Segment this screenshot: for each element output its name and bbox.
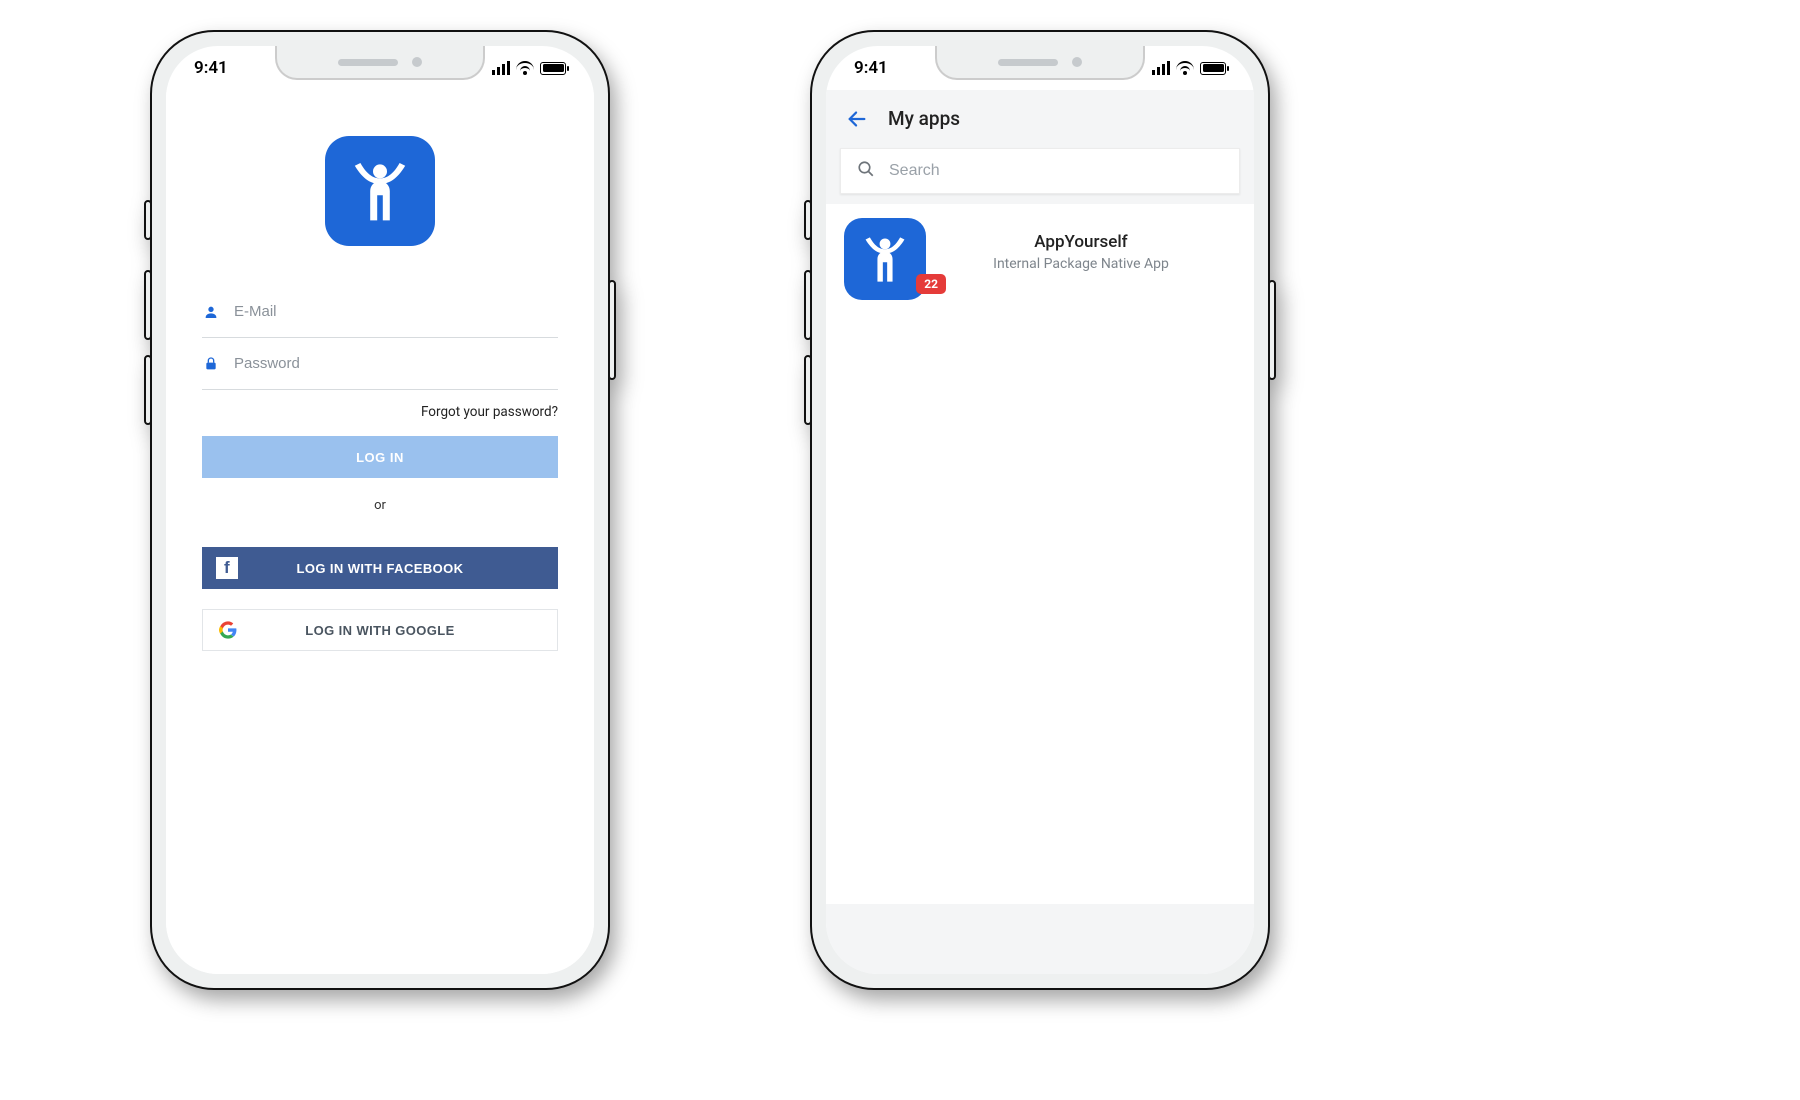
or-divider: or xyxy=(202,478,558,547)
person-icon xyxy=(202,304,220,320)
app-bar: My apps xyxy=(826,90,1254,146)
phone-myapps: 9:41 My apps xyxy=(810,30,1270,990)
search-input[interactable] xyxy=(889,162,1223,180)
wifi-icon xyxy=(516,61,534,75)
status-time: 9:41 xyxy=(194,58,228,78)
myapps-screen: My apps xyxy=(826,90,1254,974)
facebook-icon: f xyxy=(216,557,238,579)
google-icon xyxy=(217,619,239,641)
person-arms-up-icon xyxy=(858,232,912,286)
app-item-subtitle: Internal Package Native App xyxy=(926,256,1236,272)
notch xyxy=(935,46,1145,80)
facebook-login-button[interactable]: f LOG IN WITH FACEBOOK xyxy=(202,547,558,589)
google-login-button[interactable]: LOG IN WITH GOOGLE xyxy=(202,609,558,651)
arrow-left-icon xyxy=(846,108,868,130)
apps-list: 22 AppYourself Internal Package Native A… xyxy=(826,204,1254,904)
search-box[interactable] xyxy=(840,148,1240,194)
email-field-row xyxy=(202,286,558,338)
person-arms-up-icon xyxy=(345,156,415,226)
facebook-button-label: LOG IN WITH FACEBOOK xyxy=(297,561,464,576)
login-button[interactable]: LOG IN xyxy=(202,436,558,478)
search-icon xyxy=(857,160,875,182)
app-logo xyxy=(325,136,435,246)
password-input[interactable] xyxy=(234,355,558,372)
phone-login: 9:41 xyxy=(150,30,610,990)
page-title: My apps xyxy=(888,107,960,130)
email-input[interactable] xyxy=(234,303,558,320)
app-item-icon: 22 xyxy=(844,218,926,300)
status-time: 9:41 xyxy=(854,58,888,78)
wifi-icon xyxy=(1176,61,1194,75)
signal-icon xyxy=(492,61,510,75)
battery-icon xyxy=(1200,62,1226,75)
notch xyxy=(275,46,485,80)
notification-badge: 22 xyxy=(916,274,946,294)
forgot-password-link[interactable]: Forgot your password? xyxy=(202,390,558,436)
app-item-name: AppYourself xyxy=(926,232,1236,252)
login-screen: Forgot your password? LOG IN or f LOG IN… xyxy=(166,90,594,974)
password-field-row xyxy=(202,338,558,390)
app-list-item[interactable]: 22 AppYourself Internal Package Native A… xyxy=(844,218,1236,300)
signal-icon xyxy=(1152,61,1170,75)
google-button-label: LOG IN WITH GOOGLE xyxy=(305,623,454,638)
lock-icon xyxy=(202,356,220,372)
battery-icon xyxy=(540,62,566,75)
back-button[interactable] xyxy=(846,108,866,128)
login-button-label: LOG IN xyxy=(356,450,404,465)
